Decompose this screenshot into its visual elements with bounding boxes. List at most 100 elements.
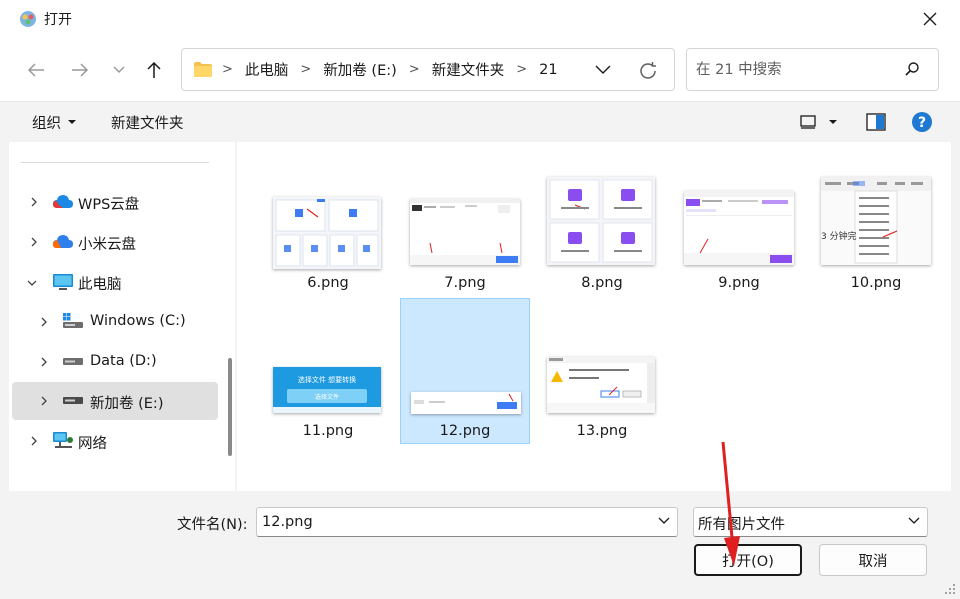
file-name: 13.png xyxy=(576,423,628,439)
sidebar-item-label: 新加卷 (E:) xyxy=(90,396,164,412)
chevron-down-icon[interactable] xyxy=(26,277,38,289)
organize-label: 组织 xyxy=(32,115,61,132)
file-item[interactable]: 6.png xyxy=(263,150,393,296)
file-item[interactable]: 3 分钟完 10.png xyxy=(811,150,941,296)
filename-input[interactable] xyxy=(262,512,642,532)
address-history-chevron-icon[interactable] xyxy=(592,61,614,79)
chevron-right-icon[interactable] xyxy=(38,356,50,368)
chevron-right-icon[interactable] xyxy=(28,435,40,447)
file-item[interactable]: 7.png xyxy=(400,150,530,296)
cancel-button[interactable]: 取消 xyxy=(819,544,927,576)
sidebar-item-drive-c[interactable]: Windows (C:) xyxy=(12,303,218,341)
breadcrumb-current-folder[interactable]: 21 xyxy=(539,62,557,78)
breadcrumb-new-folder[interactable]: 新建文件夹 xyxy=(432,59,505,80)
chevron-down-icon xyxy=(908,517,920,524)
sidebar-item-wps-cloud[interactable]: WPS云盘 xyxy=(12,183,218,221)
breadcrumb-separator[interactable]: > xyxy=(516,62,527,77)
sidebar-item-drive-e[interactable]: 新加卷 (E:) xyxy=(12,382,218,420)
view-icon xyxy=(800,115,816,129)
sidebar-item-label: WPS云盘 xyxy=(78,197,140,213)
file-item[interactable]: 12.png xyxy=(400,298,530,444)
breadcrumb-separator[interactable]: > xyxy=(409,62,420,77)
arrow-right-icon xyxy=(72,63,89,77)
breadcrumb-separator[interactable]: > xyxy=(222,62,233,77)
resize-grip-icon[interactable] xyxy=(944,583,956,595)
close-button[interactable] xyxy=(900,0,960,38)
file-item[interactable]: 9.png xyxy=(674,150,804,296)
sidebar-item-xiaomi-cloud[interactable]: 小米云盘 xyxy=(12,223,218,261)
filename-label: 文件名(N): xyxy=(177,517,248,533)
file-thumbnail: 选择文件 想要转换 选择文件 xyxy=(273,367,381,413)
file-thumbnail xyxy=(410,199,520,265)
arrow-left-icon xyxy=(27,63,44,77)
sidebar-item-this-pc[interactable]: 此电脑 xyxy=(12,263,218,301)
file-thumbnail xyxy=(411,392,521,414)
file-item[interactable]: 选择文件 想要转换 选择文件 11.png xyxy=(263,298,393,444)
preview-pane-button[interactable] xyxy=(866,110,886,134)
file-name: 11.png xyxy=(302,423,354,439)
chevron-right-icon[interactable] xyxy=(28,236,40,248)
caret-down-icon xyxy=(829,120,837,124)
thumbnail-text: 选择文件 想要转换 xyxy=(298,375,356,384)
breadcrumb-separator[interactable]: > xyxy=(300,62,311,77)
sidebar-item-label: 此电脑 xyxy=(78,277,122,293)
caret-down-icon xyxy=(68,120,76,124)
thumbnail-text: 3 分钟完 xyxy=(821,230,857,242)
svg-text:?: ? xyxy=(918,115,926,131)
filename-field[interactable] xyxy=(256,507,678,537)
organize-button[interactable]: 组织 xyxy=(32,110,77,134)
search-box[interactable] xyxy=(686,48,939,91)
drive-icon xyxy=(63,358,83,365)
file-item[interactable]: 8.png xyxy=(537,150,667,296)
chevron-right-icon[interactable] xyxy=(38,395,50,407)
search-icon[interactable] xyxy=(904,61,920,77)
help-icon: ? xyxy=(912,112,932,132)
file-name: 8.png xyxy=(581,275,623,291)
file-thumbnail xyxy=(547,357,655,413)
recent-locations-button[interactable] xyxy=(105,56,133,84)
chevron-right-icon[interactable] xyxy=(38,316,50,328)
file-item[interactable]: 13.png xyxy=(537,298,667,444)
sidebar-item-drive-d[interactable]: Data (D:) xyxy=(12,343,218,381)
cancel-button-label: 取消 xyxy=(858,553,888,570)
address-bar[interactable]: > 此电脑 > 新加卷 (E:) > 新建文件夹 > 21 xyxy=(181,48,675,91)
navigation-bar: > 此电脑 > 新加卷 (E:) > 新建文件夹 > 21 xyxy=(0,38,960,102)
sidebar-divider xyxy=(21,162,209,163)
filetype-value: 所有图片文件 xyxy=(698,517,785,533)
file-thumbnail xyxy=(684,191,794,265)
new-folder-label: 新建文件夹 xyxy=(111,115,184,132)
arrow-up-icon xyxy=(147,61,161,78)
file-thumbnail xyxy=(273,197,381,269)
back-button[interactable] xyxy=(22,56,50,84)
cloud-icon xyxy=(53,195,73,208)
forward-button[interactable] xyxy=(66,56,94,84)
title-bar: 打开 xyxy=(0,0,960,38)
up-button[interactable] xyxy=(140,56,168,84)
network-icon xyxy=(53,432,73,448)
folder-icon xyxy=(194,62,212,77)
chevron-right-icon[interactable] xyxy=(28,196,40,208)
help-button[interactable]: ? xyxy=(911,110,933,134)
sidebar-item-label: Windows (C:) xyxy=(90,313,186,329)
view-options-button[interactable] xyxy=(800,110,838,134)
filetype-select[interactable]: 所有图片文件 xyxy=(693,507,928,537)
refresh-icon[interactable] xyxy=(637,60,659,82)
sidebar-item-label: 小米云盘 xyxy=(78,237,136,253)
sidebar-scrollbar[interactable] xyxy=(228,358,232,456)
chevron-down-icon[interactable] xyxy=(657,516,671,526)
breadcrumb-drive-e[interactable]: 新加卷 (E:) xyxy=(323,59,396,80)
open-button-label: 打开(O) xyxy=(722,553,774,570)
breadcrumb-this-pc[interactable]: 此电脑 xyxy=(245,59,289,80)
command-bar: 组织 新建文件夹 ? xyxy=(0,102,960,142)
new-folder-button[interactable]: 新建文件夹 xyxy=(111,110,184,134)
open-button[interactable]: 打开(O) xyxy=(694,544,802,576)
app-icon xyxy=(20,11,36,27)
thumbnail-text: 选择文件 xyxy=(315,393,339,401)
file-name: 12.png xyxy=(439,423,491,439)
breadcrumb: > 此电脑 > 新加卷 (E:) > 新建文件夹 > 21 xyxy=(222,49,558,90)
dialog-footer: 文件名(N): 所有图片文件 打开(O) 取消 xyxy=(0,491,960,599)
search-input[interactable] xyxy=(696,59,896,81)
cloud-icon xyxy=(53,235,73,248)
sidebar-item-network[interactable]: 网络 xyxy=(12,422,218,460)
preview-pane-icon xyxy=(866,113,886,131)
